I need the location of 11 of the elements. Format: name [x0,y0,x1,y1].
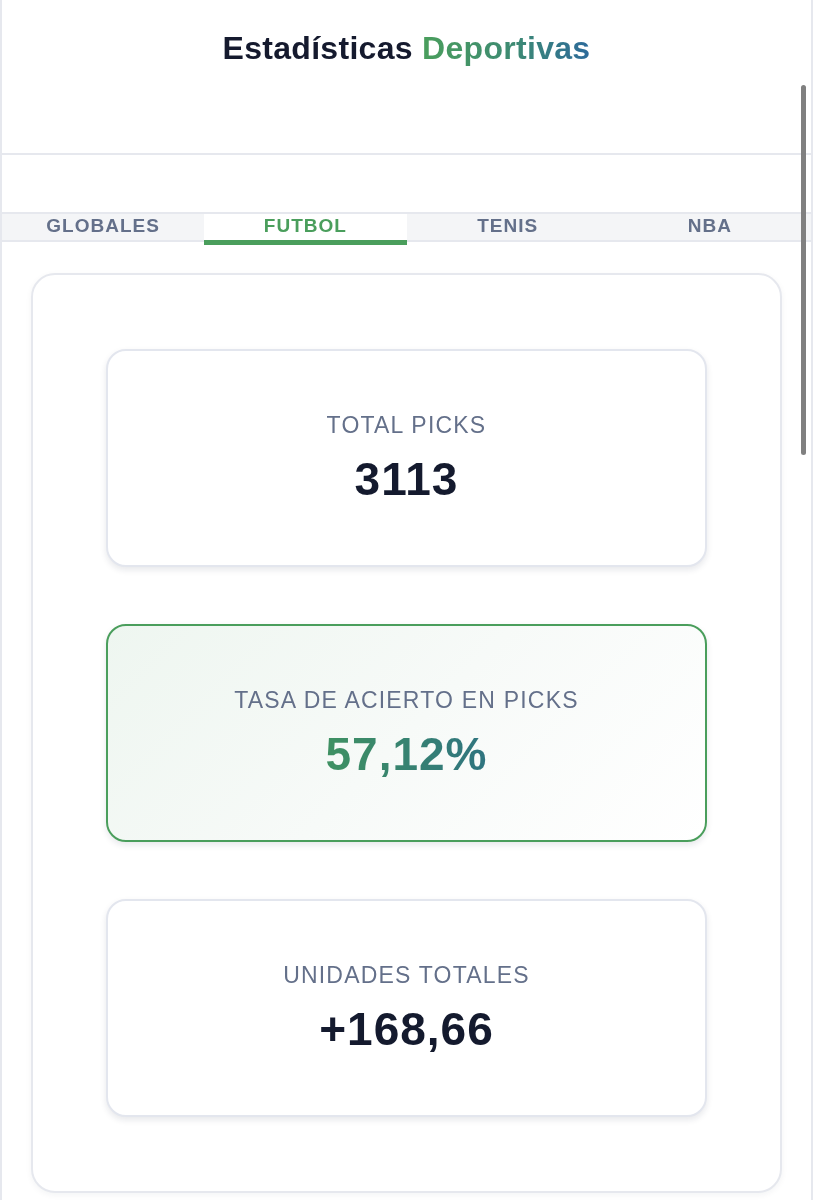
page-title: Estadísticas Deportivas [222,29,591,68]
stat-label: UNIDADES TOTALES [283,961,530,989]
tab[interactable]: TENIS [406,214,609,245]
tab[interactable]: NBA [608,214,811,245]
scrollbar-thumb[interactable] [801,85,806,455]
stat-label: TOTAL PICKS [326,411,487,439]
stat-label: TASA DE ACIERTO EN PICKS [234,686,579,714]
tab[interactable]: FUTBOL [204,214,407,245]
stat-value: +168,66 [319,1003,494,1055]
stat-value: 3113 [354,453,459,505]
tab[interactable]: GLOBALES [2,214,205,245]
